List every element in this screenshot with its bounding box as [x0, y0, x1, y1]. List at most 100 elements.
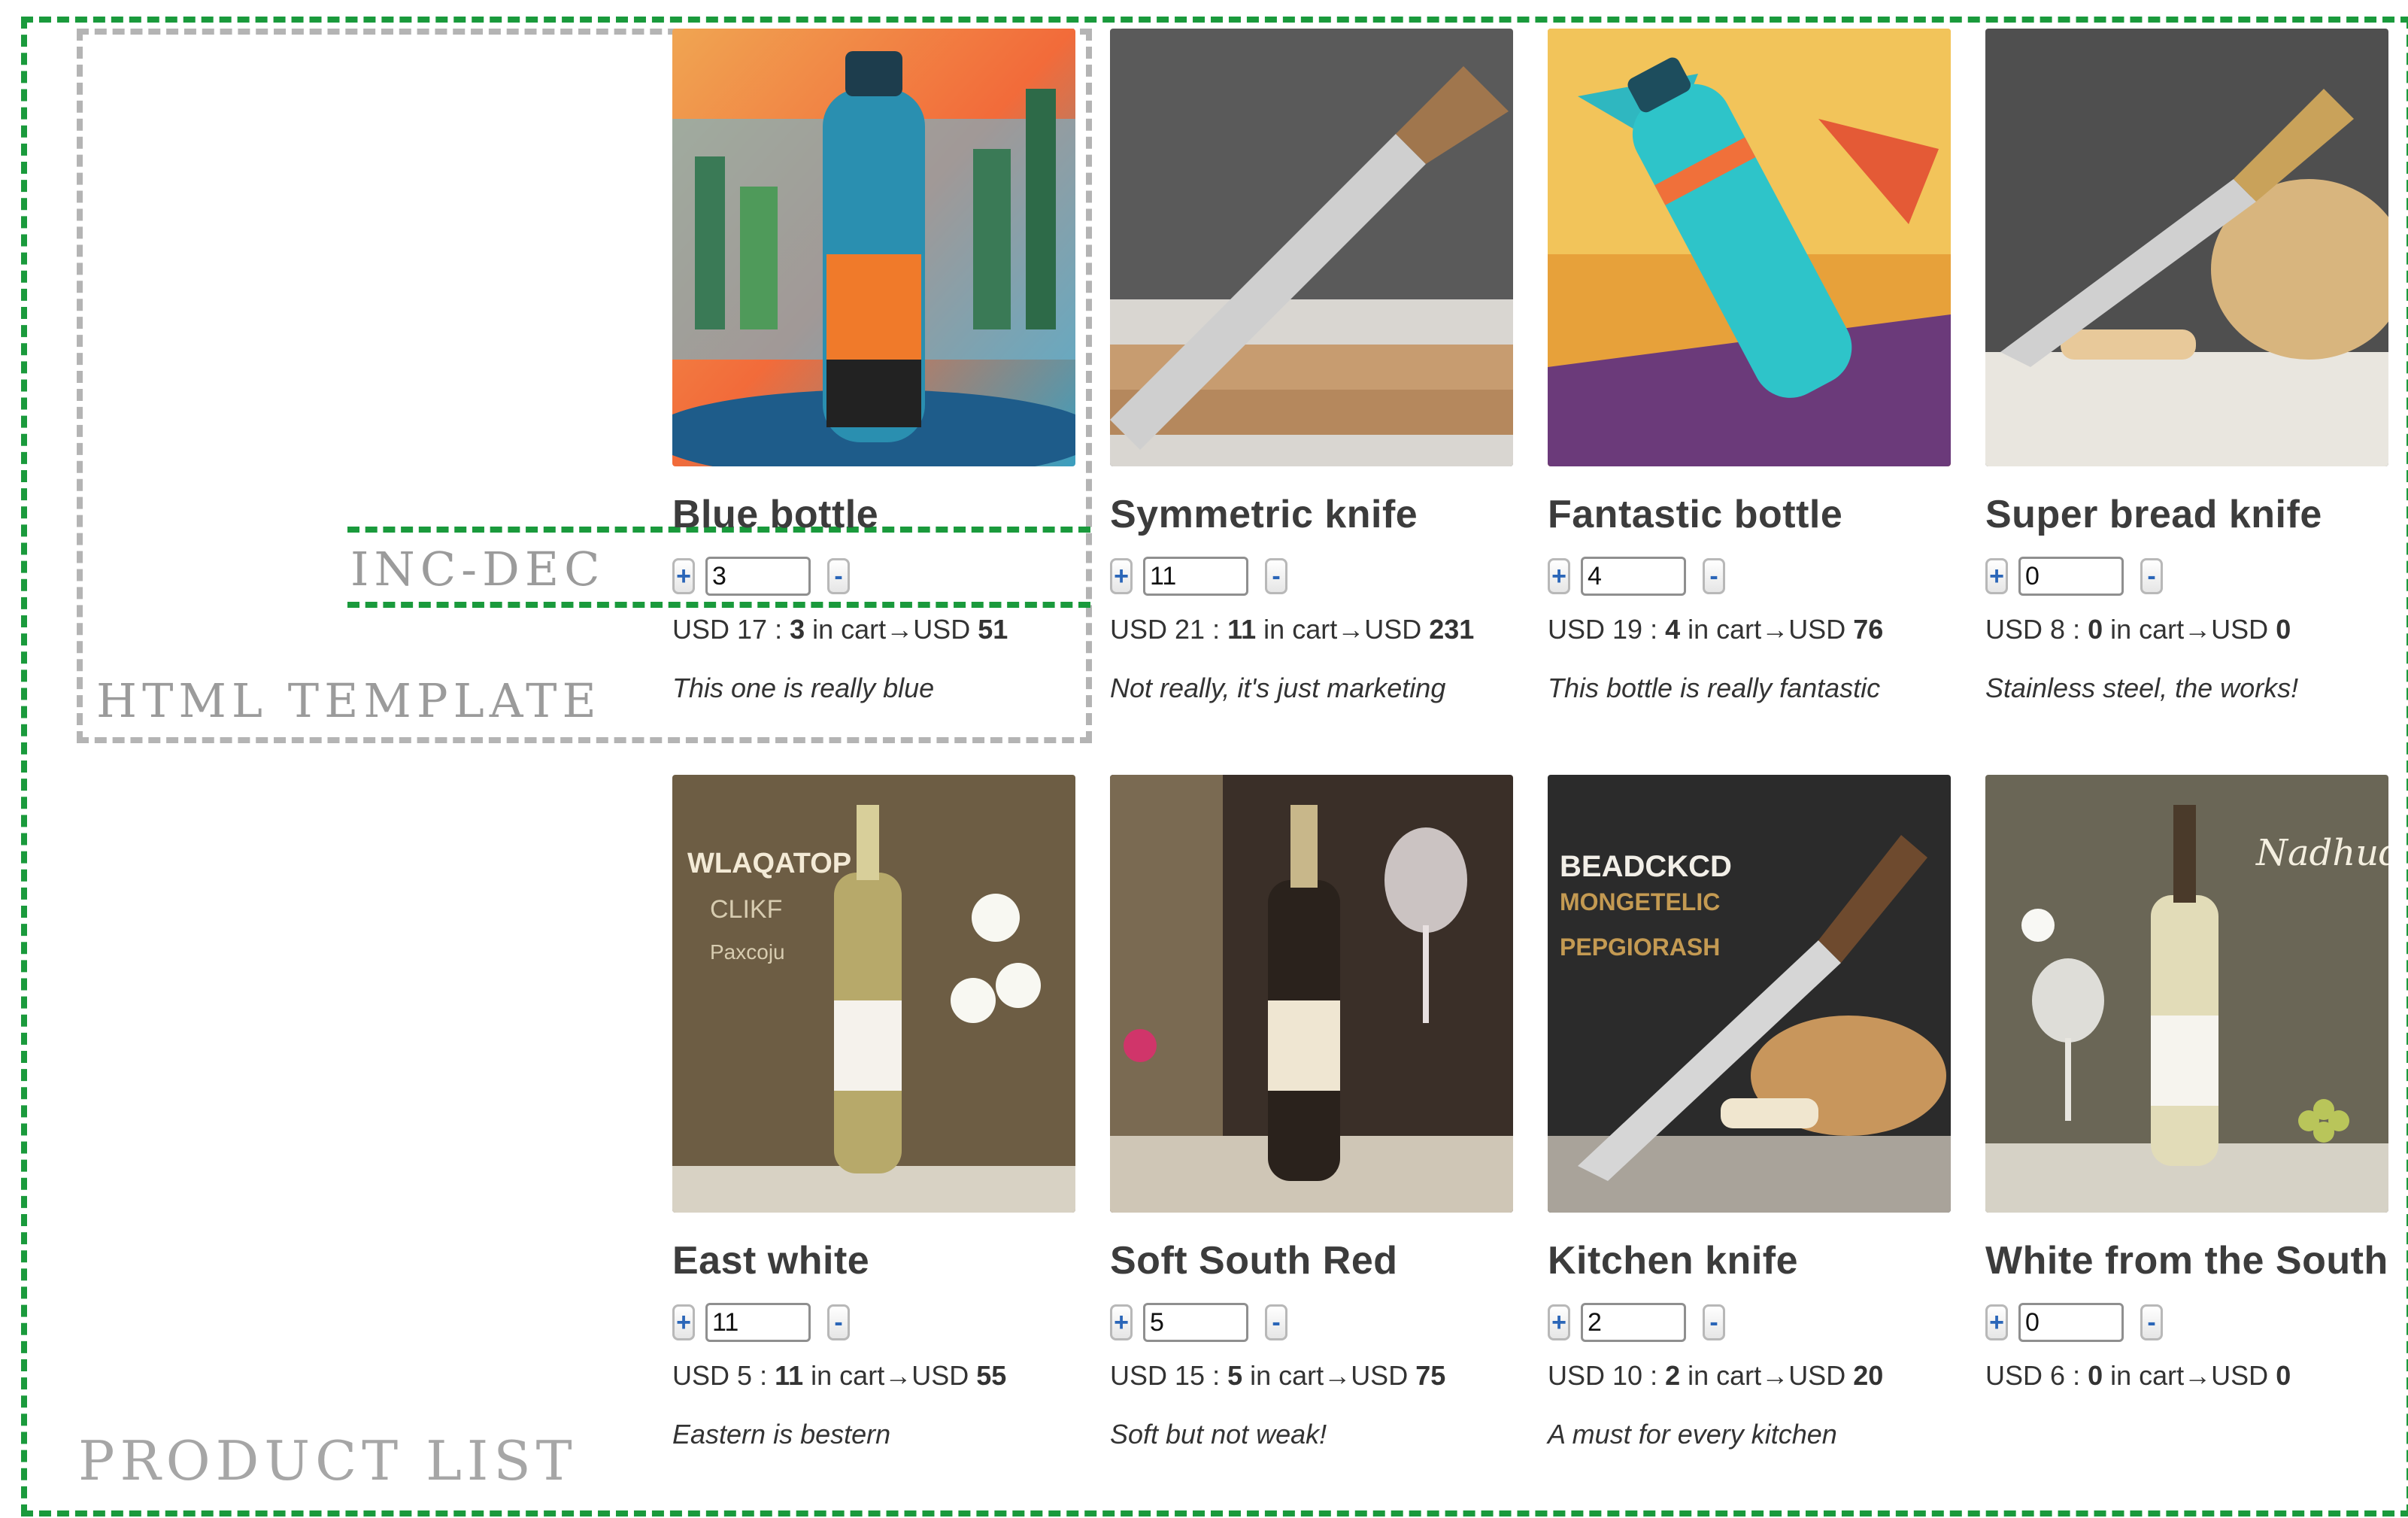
increment-button[interactable]: + [1985, 1304, 2008, 1340]
decrement-button[interactable]: - [1265, 1304, 1287, 1340]
increment-button[interactable]: + [672, 1304, 695, 1340]
inc-dec: + - [1548, 552, 1954, 600]
currency: USD [1110, 1360, 1168, 1391]
kitchen-knife-image[interactable]: BEADCKCD MONGETELIC PEPGIORASH [1548, 775, 1951, 1213]
currency: USD [1788, 614, 1846, 645]
arrow-icon: → [884, 1360, 912, 1391]
increment-button[interactable]: + [1548, 558, 1570, 594]
product-description: Not really, it's just marketing [1110, 672, 1446, 703]
product-description: Stainless steel, the works! [1985, 672, 2299, 703]
fantastic-bottle-image[interactable] [1548, 29, 1951, 466]
arrow-icon: → [1324, 1360, 1351, 1391]
currency: USD [2211, 614, 2269, 645]
inc-dec-annotation: INC-DEC [350, 542, 605, 597]
product-card: Soft South Red + - USD 15 : 5 in cart→US… [1110, 775, 1516, 1450]
in-cart-label: in cart [1263, 614, 1338, 645]
super-bread-knife-image[interactable] [1985, 29, 2388, 466]
quantity-input[interactable] [705, 1303, 811, 1342]
decrement-button[interactable]: - [2140, 1304, 2163, 1340]
product-name: Fantastic bottle [1548, 493, 1843, 536]
quantity-input[interactable] [2018, 1303, 2124, 1342]
in-cart-label: in cart [2110, 1360, 2185, 1391]
cart-qty: 3 [790, 614, 805, 645]
product-description: This one is really blue [672, 672, 935, 703]
increment-button[interactable]: + [1110, 558, 1133, 594]
cart-qty: 11 [775, 1360, 804, 1391]
in-cart-label: in cart [1688, 1360, 1762, 1391]
unit-price: 19 [1612, 614, 1643, 645]
product-description: A must for every kitchen [1548, 1419, 1837, 1450]
arrow-icon: → [2184, 1360, 2212, 1391]
quantity-input[interactable] [1143, 1303, 1248, 1342]
inc-dec: + - [1110, 1298, 1516, 1346]
price-line: USD 10 : 2 in cart→USD 20 [1548, 1360, 1884, 1391]
cart-qty: 0 [2088, 614, 2103, 645]
in-cart-label: in cart [1688, 614, 1762, 645]
blue-bottle-image[interactable] [672, 29, 1075, 466]
product-description: Eastern is bestern [672, 1419, 891, 1450]
html-template-annotation: HTML TEMPLATE [96, 673, 602, 728]
line-total: 51 [978, 614, 1008, 645]
increment-button[interactable]: + [672, 558, 695, 594]
east-white-image[interactable]: WLAQATOP CLIKF Paxcoju [672, 775, 1075, 1213]
unit-price: 8 [2050, 614, 2066, 645]
wine-east-label-text: WLAQATOP [687, 848, 851, 879]
inc-dec: + - [1985, 1298, 2391, 1346]
quantity-input[interactable] [705, 557, 811, 596]
wine-white-script-text: Nadhud [2255, 832, 2388, 874]
decrement-button[interactable]: - [827, 558, 850, 594]
decrement-button[interactable]: - [1265, 558, 1287, 594]
product-card: Super bread knife + - USD 8 : 0 in cart→… [1985, 29, 2391, 704]
inc-dec: + - [672, 552, 1078, 600]
product-name: East white [672, 1239, 870, 1283]
price-line: USD 17 : 3 in cart→USD 51 [672, 614, 1008, 645]
product-card: Blue bottle + - USD 17 : 3 in cart→USD 5… [672, 29, 1078, 704]
arrow-icon: → [2184, 614, 2212, 645]
currency: USD [1788, 1360, 1846, 1391]
cart-qty: 5 [1227, 1360, 1243, 1391]
in-cart-label: in cart [1250, 1360, 1324, 1391]
wine-east-sub2-text: Paxcoju [710, 940, 785, 964]
line-total: 0 [2276, 614, 2291, 645]
quantity-input[interactable] [1581, 1303, 1686, 1342]
inc-dec: + - [1110, 552, 1516, 600]
currency: USD [1364, 614, 1422, 645]
increment-button[interactable]: + [1110, 1304, 1133, 1340]
currency: USD [2211, 1360, 2269, 1391]
increment-button[interactable]: + [1548, 1304, 1570, 1340]
line-total: 0 [2276, 1360, 2291, 1391]
decrement-button[interactable]: - [827, 1304, 850, 1340]
in-cart-label: in cart [812, 614, 887, 645]
unit-price: 6 [2050, 1360, 2066, 1391]
white-from-the-south-image[interactable]: Nadhud [1985, 775, 2388, 1213]
symmetric-knife-image[interactable] [1110, 29, 1513, 466]
decrement-button[interactable]: - [1703, 1304, 1725, 1340]
quantity-input[interactable] [2018, 557, 2124, 596]
currency: USD [1351, 1360, 1409, 1391]
decrement-button[interactable]: - [1703, 558, 1725, 594]
knife-poster-title-text: BEADCKCD [1560, 850, 1732, 883]
product-name: Symmetric knife [1110, 493, 1418, 536]
product-list-annotation: PRODUCT LIST [78, 1429, 578, 1492]
decrement-button[interactable]: - [2140, 558, 2163, 594]
unit-price: 21 [1175, 614, 1206, 645]
currency: USD [672, 614, 730, 645]
in-cart-label: in cart [2110, 614, 2185, 645]
increment-button[interactable]: + [1985, 558, 2008, 594]
price-line: USD 21 : 11 in cart→USD 231 [1110, 614, 1475, 645]
price-line: USD 5 : 11 in cart→USD 55 [672, 1360, 1007, 1391]
wine-east-sub1-text: CLIKF [710, 895, 782, 924]
quantity-input[interactable] [1581, 557, 1686, 596]
soft-south-red-image[interactable] [1110, 775, 1513, 1213]
line-total: 55 [976, 1360, 1007, 1391]
inc-dec: + - [1985, 552, 2391, 600]
arrow-icon: → [1761, 614, 1789, 645]
product-card: Nadhud White from the South + - USD 6 : … [1985, 775, 2391, 1395]
price-line: USD 15 : 5 in cart→USD 75 [1110, 1360, 1446, 1391]
currency: USD [1110, 614, 1168, 645]
inc-dec: + - [1548, 1298, 1954, 1346]
currency: USD [913, 614, 971, 645]
product-description: This bottle is really fantastic [1548, 672, 1881, 703]
cart-qty: 0 [2088, 1360, 2103, 1391]
quantity-input[interactable] [1143, 557, 1248, 596]
